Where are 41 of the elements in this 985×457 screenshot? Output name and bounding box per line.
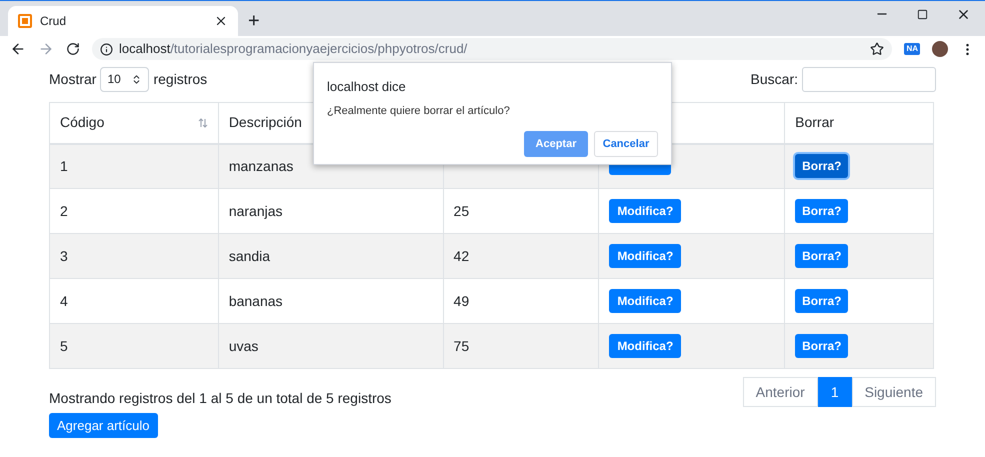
back-icon[interactable]	[10, 41, 26, 57]
search-label: Buscar:	[750, 70, 798, 88]
new-tab-button[interactable]: +	[238, 6, 270, 36]
table-info: Mostrando registros del 1 al 5 de un total de 5 registros	[49, 389, 392, 408]
length-label: registros	[153, 70, 208, 89]
pagination-link[interactable]: Siguiente	[852, 377, 936, 407]
extension-badge[interactable]: NA	[904, 43, 920, 55]
modify-button[interactable]: Modifica?	[609, 289, 682, 313]
add-button[interactable]: Agregar artículo	[49, 413, 158, 438]
info-icon	[100, 42, 113, 56]
length-select[interactable]: 10	[100, 66, 150, 92]
star-icon[interactable]	[870, 42, 884, 56]
modify-button[interactable]: Modifica?	[609, 244, 682, 268]
browser-tab[interactable]: Crud	[8, 6, 238, 36]
maximize-icon[interactable]	[917, 8, 928, 20]
table-cell: 75	[443, 324, 599, 368]
sort-icon[interactable]	[198, 118, 208, 128]
pagination-link[interactable]: Anterior	[742, 377, 818, 407]
close-icon[interactable]	[214, 14, 228, 28]
reload-icon[interactable]	[66, 42, 80, 56]
table-cell: uvas	[218, 324, 444, 368]
site-icon	[18, 14, 32, 28]
delete-button[interactable]: Borra?	[795, 244, 848, 268]
table-cell: 5	[50, 324, 218, 368]
delete-button[interactable]: Borra?	[795, 154, 848, 178]
modify-button[interactable]: Modifica?	[609, 334, 682, 358]
delete-button[interactable]: Borra?	[795, 334, 848, 358]
search-field[interactable]	[802, 66, 936, 92]
tab-title: Crud	[40, 13, 68, 30]
forward-icon[interactable]	[38, 41, 54, 57]
delete-button[interactable]: Borra?	[795, 199, 848, 223]
pagination-link[interactable]: 1	[818, 377, 852, 407]
dialog-button[interactable]: Aceptar	[524, 131, 588, 157]
length-label: Mostrar	[49, 70, 96, 88]
avatar-icon[interactable]	[932, 41, 948, 57]
delete-button[interactable]: Borra?	[795, 289, 848, 313]
dialog-button[interactable]: Cancelar	[594, 131, 658, 157]
dialog-title: localhost dice	[327, 78, 407, 96]
modify-button[interactable]: Modifica?	[609, 199, 682, 223]
url-text: localhost/tutorialesprogramacionyaejercicios/phpyotros/crud/	[119, 40, 468, 58]
address-bar[interactable]: localhost/tutorialesprogramacionyaejercicios/phpyotros/crud/	[92, 38, 892, 60]
